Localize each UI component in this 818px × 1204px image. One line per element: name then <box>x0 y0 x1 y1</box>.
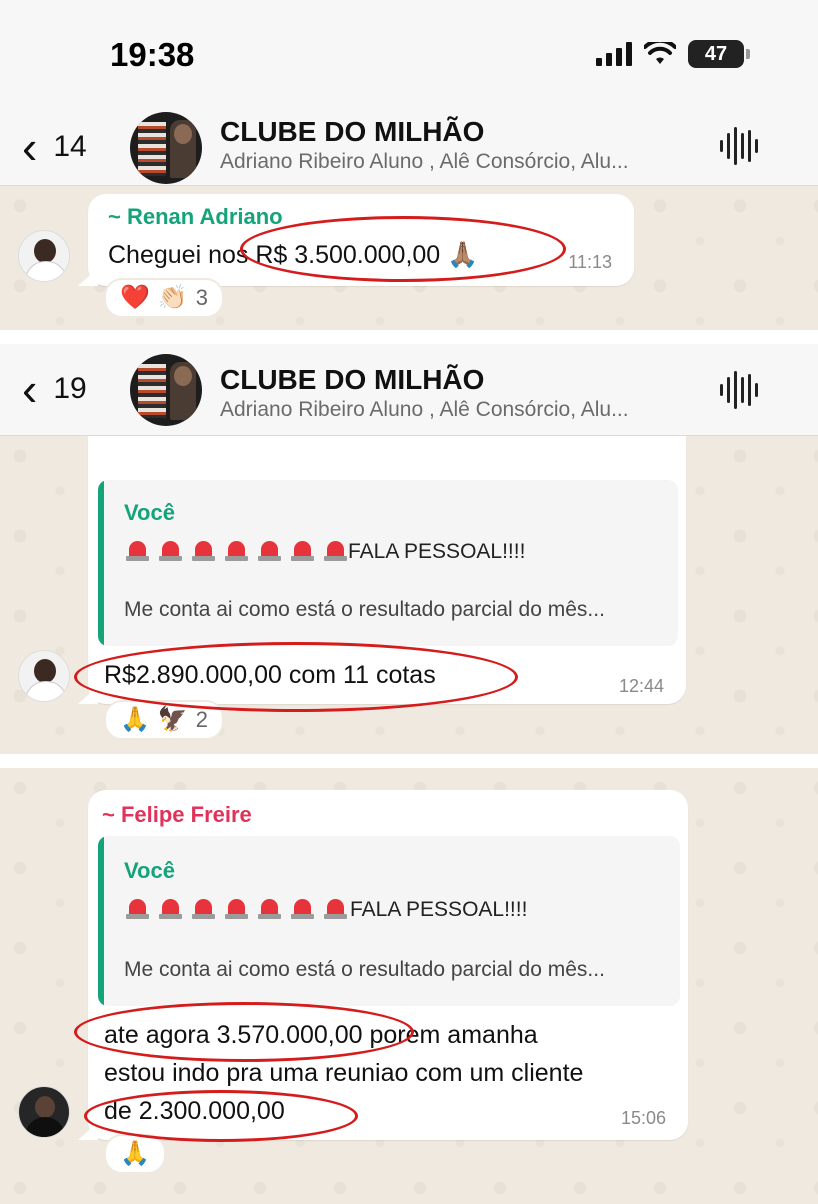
reactions[interactable]: 🙏 🦅 2 <box>104 700 225 740</box>
siren-icon <box>223 896 250 920</box>
message-text-line: estou indo pra uma reuniao com um client… <box>104 1059 584 1087</box>
siren-icon <box>289 896 316 920</box>
chat-header: ‹ 14 CLUBE DO MILHÃO Adriano Ribeiro Alu… <box>0 108 818 186</box>
siren-icon <box>256 896 283 920</box>
unread-count: 14 <box>53 130 87 163</box>
siren-icon <box>322 896 349 920</box>
chat-header: ‹ 19 CLUBE DO MILHÃO Adriano Ribeiro Alu… <box>0 344 818 436</box>
siren-icon <box>157 896 184 920</box>
message-time: 12:44 <box>618 676 664 696</box>
avatar[interactable] <box>18 230 70 282</box>
wifi-icon <box>644 42 676 64</box>
praying-hands-icon: 🙏 <box>120 1140 150 1167</box>
signal-icon <box>596 42 632 66</box>
clapping-hands-icon: 👏🏻 <box>157 284 188 311</box>
group-title[interactable]: CLUBE DO MILHÃO <box>220 364 484 396</box>
status-time: 19:38 <box>110 36 195 73</box>
message-text-line: de 2.300.000,00 <box>104 1097 285 1125</box>
message-bubble[interactable]: ~ Felipe Freire Você FALA PESSOAL!!!! Me… <box>88 790 688 1140</box>
siren-icon <box>223 538 250 562</box>
back-button[interactable]: ‹ 14 <box>22 124 87 170</box>
group-members[interactable]: Adriano Ribeiro Aluno , Alê Consórcio, A… <box>220 150 690 174</box>
quote-author: Você <box>124 858 175 883</box>
unread-count: 19 <box>53 372 87 405</box>
chevron-left-icon: ‹ <box>22 363 38 415</box>
quoted-message[interactable]: Você FALA PESSOAL!!!! Me conta ai como e… <box>98 836 680 1006</box>
reactions[interactable]: ❤️ 👏🏻 3 <box>104 278 225 318</box>
back-button[interactable]: ‹ 19 <box>22 366 87 412</box>
group-members[interactable]: Adriano Ribeiro Aluno , Alê Consórcio, A… <box>220 398 690 422</box>
chevron-left-icon: ‹ <box>22 121 38 173</box>
reactions[interactable]: 🙏 <box>104 1134 166 1174</box>
siren-emojis <box>124 896 349 920</box>
siren-emojis <box>124 538 349 562</box>
siren-icon <box>289 538 316 562</box>
quote-text: Me conta ai como está o resultado parcia… <box>124 958 605 981</box>
audio-waveform-icon[interactable] <box>720 370 758 410</box>
siren-icon <box>124 896 151 920</box>
reaction-count: 3 <box>195 285 209 310</box>
siren-icon <box>190 538 217 562</box>
message-bubble[interactable]: Você FALA PESSOAL!!!! Me conta ai como e… <box>88 436 686 704</box>
quote-headline: FALA PESSOAL!!!! <box>350 898 528 921</box>
status-icons: 47 <box>596 40 750 68</box>
message-time: 11:13 <box>568 252 612 272</box>
avatar[interactable] <box>18 650 70 702</box>
group-avatar[interactable] <box>130 354 202 426</box>
message-text-line: ate agora 3.570.000,00 porem amanha <box>104 1021 538 1049</box>
message-time: 15:06 <box>620 1108 666 1128</box>
message-text: R$2.890.000,00 com 11 cotas <box>104 661 436 689</box>
siren-icon <box>322 538 349 562</box>
group-avatar[interactable] <box>130 112 202 184</box>
battery-icon: 47 <box>688 40 750 68</box>
audio-waveform-icon[interactable] <box>720 126 758 166</box>
quote-text: Me conta ai como está o resultado parcia… <box>124 598 605 621</box>
heart-icon: ❤️ <box>120 284 150 311</box>
message-text: Cheguei nos R$ 3.500.000,00 🙏🏽 <box>108 241 479 269</box>
quote-headline: FALA PESSOAL!!!! <box>348 540 526 563</box>
status-bar: 19:38 47 <box>0 0 818 108</box>
siren-icon <box>157 538 184 562</box>
avatar[interactable] <box>18 1086 70 1138</box>
quoted-message[interactable]: Você FALA PESSOAL!!!! Me conta ai como e… <box>98 480 678 646</box>
quote-author: Você <box>124 500 175 525</box>
group-title[interactable]: CLUBE DO MILHÃO <box>220 116 484 148</box>
eagle-icon: 🦅 <box>157 706 188 733</box>
sender-name[interactable]: ~ Renan Adriano <box>108 204 283 230</box>
siren-icon <box>256 538 283 562</box>
siren-icon <box>124 538 151 562</box>
chat-area: ~ Felipe Freire Você FALA PESSOAL!!!! Me… <box>0 768 818 1204</box>
praying-hands-icon: 🙏 <box>120 706 150 733</box>
chat-area: ~ Renan Adriano Cheguei nos R$ 3.500.000… <box>0 186 818 330</box>
message-bubble[interactable]: ~ Renan Adriano Cheguei nos R$ 3.500.000… <box>88 194 634 286</box>
chat-area: Você FALA PESSOAL!!!! Me conta ai como e… <box>0 436 818 754</box>
reaction-count: 2 <box>195 707 209 732</box>
siren-icon <box>190 896 217 920</box>
sender-name[interactable]: ~ Felipe Freire <box>102 802 252 828</box>
